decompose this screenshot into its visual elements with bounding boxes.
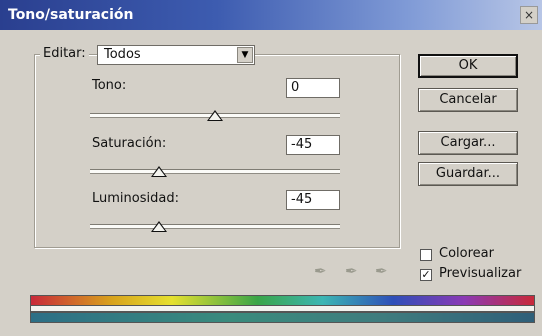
chevron-down-icon[interactable]: ▼: [237, 47, 253, 63]
close-button[interactable]: ×: [520, 6, 538, 24]
tono-slider-thumb[interactable]: [207, 110, 223, 121]
colorize-label: Colorear: [439, 246, 494, 261]
save-button[interactable]: Guardar...: [418, 162, 518, 186]
luminosidad-slider-thumb[interactable]: [150, 221, 167, 232]
load-button[interactable]: Cargar...: [418, 131, 518, 155]
saturacion-label: Saturación:: [92, 136, 167, 151]
input-color-spectrum: [30, 295, 535, 306]
settings-group: [34, 54, 400, 248]
saturacion-input[interactable]: -45: [286, 135, 340, 155]
eyedropper-icon[interactable]: ✒: [314, 262, 327, 280]
preview-checkbox[interactable]: ✓: [420, 269, 432, 281]
saturacion-slider-track[interactable]: [90, 169, 340, 174]
edit-select[interactable]: Todos ▼: [97, 45, 255, 65]
luminosidad-input[interactable]: -45: [286, 190, 340, 210]
luminosidad-slider-track[interactable]: [90, 224, 340, 229]
tono-label: Tono:: [92, 78, 127, 93]
colorize-checkbox[interactable]: [420, 249, 432, 261]
cancel-button[interactable]: Cancelar: [418, 88, 518, 112]
ok-button[interactable]: OK: [418, 54, 518, 78]
hue-saturation-dialog: Tono/saturación × Editar: Todos ▼ Tono: …: [0, 0, 542, 336]
output-color-spectrum: [30, 312, 535, 323]
title-bar[interactable]: Tono/saturación ×: [0, 0, 542, 30]
tono-input[interactable]: 0: [286, 78, 340, 98]
eyedropper-plus-icon[interactable]: ✒: [345, 262, 358, 280]
edit-select-value: Todos: [104, 47, 141, 62]
eyedropper-minus-icon[interactable]: ✒: [375, 262, 388, 280]
luminosidad-label: Luminosidad:: [92, 191, 179, 206]
saturacion-slider-thumb[interactable]: [150, 166, 167, 177]
preview-label: Previsualizar: [439, 266, 522, 281]
edit-label: Editar:: [40, 46, 89, 61]
dialog-title: Tono/saturación: [8, 7, 134, 23]
